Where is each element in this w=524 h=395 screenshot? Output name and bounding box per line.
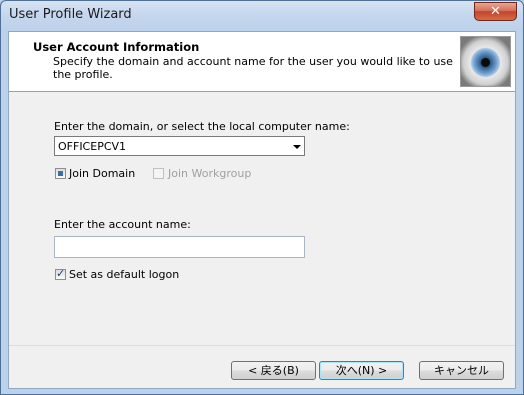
join-workgroup-checkbox[interactable] xyxy=(153,168,164,179)
title-bar[interactable]: User Profile Wizard ✕ xyxy=(1,1,523,31)
close-button[interactable]: ✕ xyxy=(474,2,517,21)
default-logon-checkbox[interactable]: ✓ xyxy=(55,267,66,280)
join-domain-radio[interactable] xyxy=(55,168,66,179)
join-workgroup-label: Join Workgroup xyxy=(168,167,252,180)
eye-icon xyxy=(460,36,511,87)
wizard-body: User Account Information Specify the dom… xyxy=(8,31,516,389)
account-label: Enter the account name: xyxy=(54,218,191,231)
domain-value: OFFICEPCV1 xyxy=(58,140,127,153)
cancel-button[interactable]: キャンセル xyxy=(419,361,504,380)
wizard-header: User Account Information Specify the dom… xyxy=(9,32,515,92)
account-name-input[interactable] xyxy=(54,236,305,258)
window-title: User Profile Wizard xyxy=(9,7,132,22)
footer-divider xyxy=(9,345,515,346)
next-button[interactable]: 次へ(N) > xyxy=(319,361,404,380)
chevron-down-icon[interactable] xyxy=(293,145,301,149)
page-description: Specify the domain and account name for … xyxy=(53,55,453,81)
wizard-window: User Profile Wizard ✕ User Account Infor… xyxy=(0,0,524,395)
join-domain-label[interactable]: Join Domain xyxy=(69,167,135,180)
checkmark-icon: ✓ xyxy=(56,267,66,280)
page-title: User Account Information xyxy=(33,40,200,54)
domain-combobox[interactable]: OFFICEPCV1 xyxy=(54,136,305,156)
back-button[interactable]: < 戻る(B) xyxy=(231,361,316,380)
default-logon-label[interactable]: Set as default logon xyxy=(69,268,179,281)
domain-label: Enter the domain, or select the local co… xyxy=(54,120,350,133)
